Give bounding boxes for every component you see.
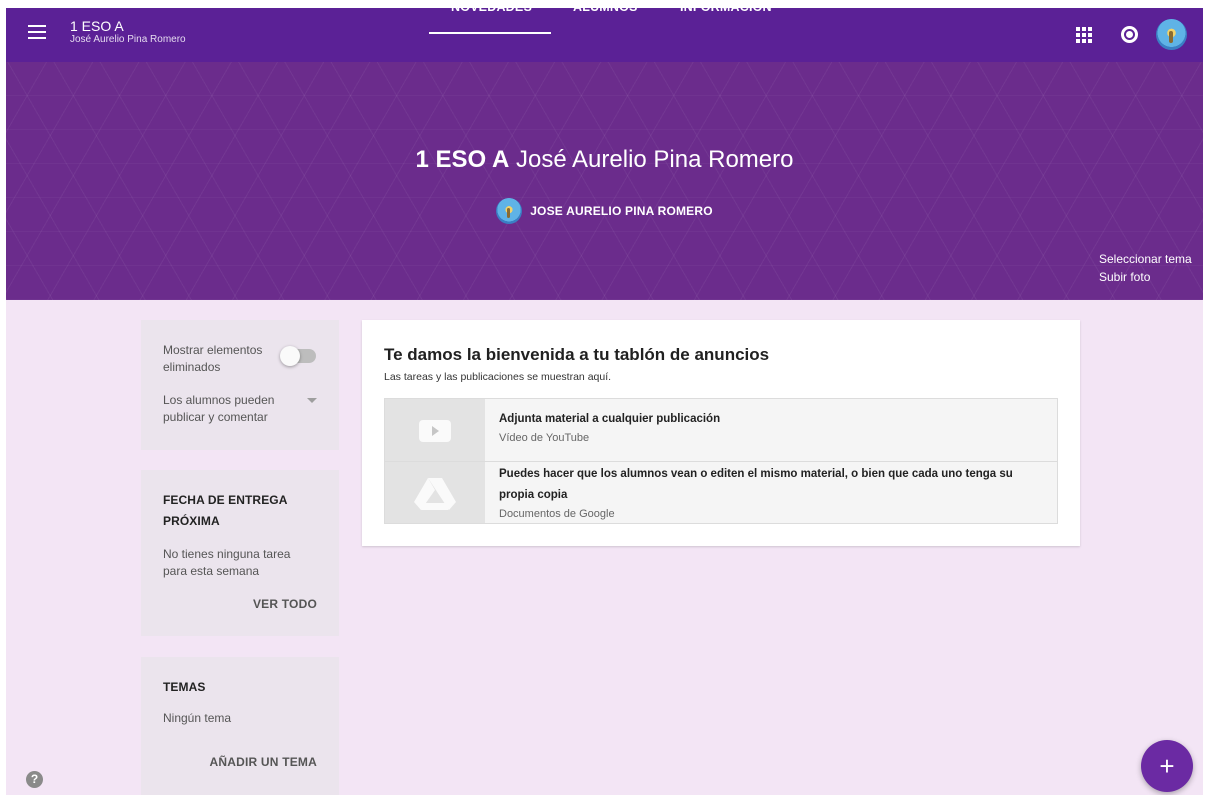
tab-bar: NOVEDADES ALUMNOS INFORMACIÓN <box>429 0 788 62</box>
banner-title: 1 ESO A José Aurelio Pina Romero <box>415 146 794 173</box>
attachment-thumbnail <box>385 399 485 461</box>
attachment-type: Vídeo de YouTube <box>499 432 590 444</box>
topics-text: Ningún tema <box>163 711 232 725</box>
add-topic-link[interactable]: AÑADIR UN TEMA <box>210 755 317 769</box>
upcoming-text: No tienes ninguna tarea para esta semana <box>163 547 291 578</box>
chevron-down-icon <box>307 398 317 403</box>
owner-name: JOSE AURELIO PINA ROMERO <box>530 204 713 218</box>
class-title[interactable]: 1 ESO A José Aurelio Pina Romero <box>70 18 186 46</box>
attachment-type: Documentos de Google <box>499 508 615 520</box>
help-icon[interactable]: ? <box>26 771 43 788</box>
show-deleted-label: Mostrar elementos eliminados <box>163 343 263 374</box>
apps-icon[interactable] <box>1076 27 1092 43</box>
menu-icon[interactable] <box>28 25 46 39</box>
class-name: 1 ESO A <box>70 18 124 34</box>
upcoming-card: FECHA DE ENTREGA PRÓXIMA No tienes ningu… <box>141 470 339 636</box>
topics-card: TEMAS Ningún tema AÑADIR UN TEMA <box>141 657 339 795</box>
tab-informacion[interactable]: INFORMACIÓN <box>658 0 788 62</box>
attachment-list: Adjunta material a cualquier publicación… <box>384 398 1058 524</box>
attachment-drive[interactable]: Puedes hacer que los alumnos vean o edit… <box>385 461 1057 523</box>
notifications-icon[interactable] <box>1121 26 1138 43</box>
welcome-card: Te damos la bienvenida a tu tablón de an… <box>362 320 1080 546</box>
permissions-select[interactable]: Los alumnos pueden publicar y comentar <box>163 392 323 432</box>
attachment-name: Adjunta material a cualquier publicación <box>499 413 721 425</box>
show-deleted-toggle[interactable] <box>280 346 316 366</box>
view-all-link[interactable]: VER TODO <box>253 597 317 611</box>
attachment-name: Puedes hacer que los alumnos vean o edit… <box>499 468 1013 501</box>
teacher-name: José Aurelio Pina Romero <box>70 34 186 45</box>
attachment-thumbnail <box>385 462 485 523</box>
account-avatar[interactable] <box>1156 19 1187 50</box>
youtube-icon <box>419 420 451 442</box>
attachment-youtube[interactable]: Adjunta material a cualquier publicación… <box>385 399 1057 461</box>
welcome-title: Te damos la bienvenida a tu tablón de an… <box>384 345 770 364</box>
stream-settings-card: Mostrar elementos eliminados Los alumnos… <box>141 320 339 450</box>
permissions-value: Los alumnos pueden publicar y comentar <box>163 393 275 424</box>
welcome-subtitle: Las tareas y las publicaciones se muestr… <box>384 371 612 383</box>
add-post-button[interactable]: + <box>1141 740 1193 792</box>
drive-icon <box>414 478 456 510</box>
topics-heading: TEMAS <box>163 680 206 694</box>
stream-content: Mostrar elementos eliminados Los alumnos… <box>6 300 1203 795</box>
class-banner: 1 ESO A José Aurelio Pina Romero JOSE AU… <box>6 62 1203 300</box>
banner-owner: JOSE AURELIO PINA ROMERO <box>6 198 1203 224</box>
owner-avatar <box>496 198 523 224</box>
upload-photo-link[interactable]: Subir foto <box>1099 268 1192 286</box>
tab-alumnos[interactable]: ALUMNOS <box>551 0 658 62</box>
banner-links: Seleccionar tema Subir foto <box>1099 250 1192 286</box>
tab-novedades[interactable]: NOVEDADES <box>429 0 551 62</box>
select-theme-link[interactable]: Seleccionar tema <box>1099 250 1192 268</box>
upcoming-heading: FECHA DE ENTREGA PRÓXIMA <box>163 493 288 528</box>
top-app-bar: 1 ESO A José Aurelio Pina Romero NOVEDAD… <box>6 0 1203 62</box>
